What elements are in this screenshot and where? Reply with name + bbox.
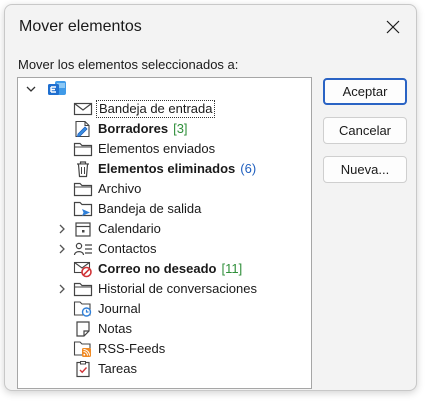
expand-toggle[interactable] (55, 239, 69, 259)
junk-icon (72, 259, 94, 279)
unread-count: [3] (173, 121, 188, 136)
folder-name: Elementos eliminados (98, 161, 236, 176)
folder-name: Correo no deseado (98, 261, 217, 276)
drafts-icon (72, 119, 94, 139)
folder-item[interactable]: Tareas (96, 360, 139, 378)
folder-item[interactable]: Bandeja de entrada (96, 100, 216, 118)
destination-prompt: Mover los elementos seleccionados a: (18, 57, 239, 72)
chevron-right-icon (59, 224, 65, 234)
folder-icon (72, 179, 94, 199)
dialog-title: Mover elementos (19, 18, 142, 35)
folder-item[interactable]: Contactos (96, 240, 159, 258)
folder-name: Borradores (98, 121, 169, 136)
folder-name: Bandeja de salida (98, 201, 202, 216)
expand-toggle[interactable] (55, 219, 69, 239)
unread-count: (6) (240, 161, 257, 176)
rss-icon (72, 339, 94, 359)
folder-item[interactable]: RSS-Feeds (96, 340, 167, 358)
folder-item[interactable]: Archivo (96, 180, 143, 198)
collapse-root-toggle[interactable] (24, 79, 38, 99)
trash-icon (72, 159, 94, 179)
folder-item[interactable]: Historial de conversaciones (96, 280, 259, 298)
folder-name: Notas (98, 321, 132, 336)
expand-toggle[interactable] (55, 279, 69, 299)
folder-name: Elementos enviados (98, 141, 216, 156)
exchange-account-icon[interactable] (46, 79, 68, 99)
chevron-down-icon (26, 86, 36, 92)
accept-button[interactable]: Aceptar (323, 78, 407, 105)
folder-icon (72, 279, 94, 299)
contacts-icon (72, 239, 94, 259)
folder-tree[interactable]: Bandeja de entrada Borradores [3] Elementos… (17, 77, 312, 389)
outbox-icon (72, 199, 94, 219)
folder-name: Contactos (98, 241, 157, 256)
envelope-icon (72, 99, 94, 119)
folder-item[interactable]: Elementos enviados (96, 140, 217, 158)
folder-name: Bandeja de entrada (99, 101, 213, 116)
folder-name: Calendario (98, 221, 161, 236)
folder-name: RSS-Feeds (98, 341, 166, 356)
folder-item[interactable]: Elementos eliminados (6) (96, 160, 258, 178)
close-button[interactable] (370, 5, 416, 49)
folder-name: Journal (98, 301, 141, 316)
folder-item[interactable]: Calendario (96, 220, 163, 238)
journal-icon (72, 299, 94, 319)
folder-item[interactable]: Correo no deseado [11] (96, 260, 244, 278)
folder-name: Tareas (98, 361, 138, 376)
move-items-dialog: Mover elementos Mover los elementos sele… (4, 4, 417, 391)
chevron-right-icon (59, 284, 65, 294)
folder-name: Archivo (98, 181, 142, 196)
folder-icon (72, 139, 94, 159)
notes-icon (72, 319, 94, 339)
folder-item[interactable]: Journal (96, 300, 143, 318)
folder-item[interactable]: Notas (96, 320, 134, 338)
folder-name: Historial de conversaciones (98, 281, 257, 296)
calendar-icon (72, 219, 94, 239)
folder-item[interactable]: Borradores [3] (96, 120, 190, 138)
chevron-right-icon (59, 244, 65, 254)
close-icon (386, 20, 400, 34)
tasks-icon (72, 359, 94, 379)
title-bar: Mover elementos (5, 5, 416, 49)
new-folder-button[interactable]: Nueva... (323, 156, 407, 183)
cancel-button[interactable]: Cancelar (323, 117, 407, 144)
folder-item[interactable]: Bandeja de salida (96, 200, 203, 218)
unread-count: [11] (221, 261, 243, 276)
